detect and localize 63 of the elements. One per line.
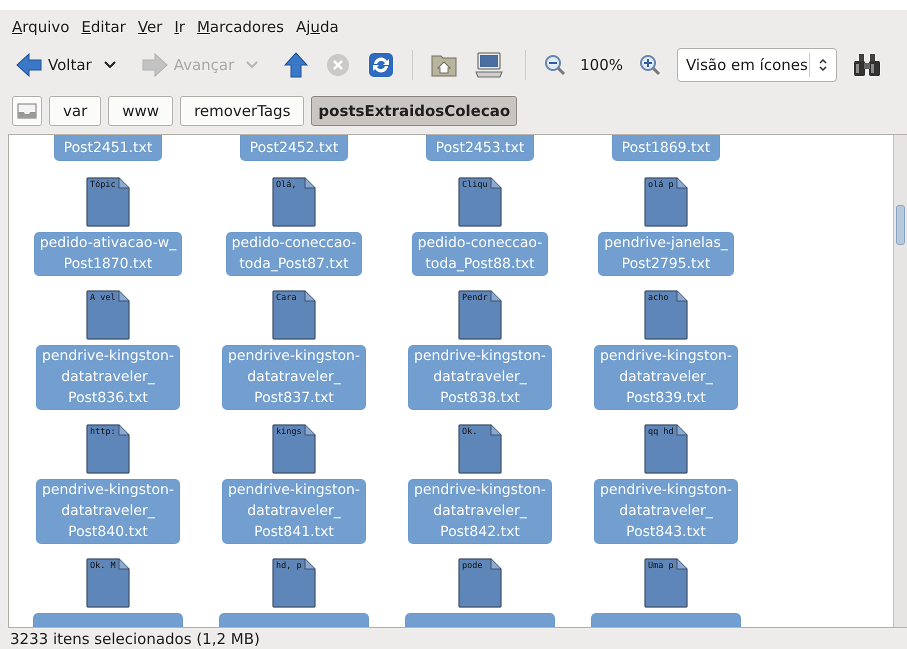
file-name[interactable]: pedido-ativacao-w_ Post1870.txt: [34, 232, 182, 276]
text-file-icon: hd, p: [272, 558, 316, 608]
text-file-icon: acho: [644, 290, 688, 340]
menu-item[interactable]: Arquivo: [8, 18, 74, 36]
left-arrow-icon: [16, 53, 42, 77]
zoom-level: 100%: [579, 55, 624, 76]
file-name[interactable]: Post2453.txt: [426, 135, 534, 161]
computer-icon: [475, 52, 504, 78]
up-arrow-icon: [284, 52, 308, 78]
file-name[interactable]: pendrive-kingston- datatraveler_ Post840.txt: [36, 479, 180, 544]
file-name[interactable]: pendrive-kingston- datatraveler_ Post841.txt: [222, 479, 366, 544]
zoom-in-icon: [639, 54, 661, 76]
text-file-icon: Pendr: [458, 290, 502, 340]
text-file-icon: pode: [458, 558, 502, 608]
path-crumb[interactable]: www: [108, 96, 174, 126]
text-file-icon: qq hd: [644, 424, 688, 474]
text-file-icon: Tópic: [86, 177, 130, 227]
right-arrow-icon: [142, 53, 168, 77]
location-toggle-button[interactable]: [12, 96, 42, 126]
file-name[interactable]: pendrive-kingston- datatraveler_ Post837.txt: [222, 345, 366, 410]
text-entry-icon: [17, 103, 37, 119]
text-file-icon: Uma p: [644, 558, 688, 608]
text-file-icon: Cara: [272, 290, 316, 340]
menu-item[interactable]: Ir: [170, 18, 189, 36]
text-file-icon: Cliqu: [458, 177, 502, 227]
file-name[interactable]: pendrive-janelas_ Post2795.txt: [598, 232, 734, 276]
file-name[interactable]: pedido-coneccao- toda_Post88.txt: [412, 232, 548, 276]
file-name[interactable]: pendrive-kingston- datatraveler_ Post838.txt: [408, 345, 552, 410]
text-file-icon: Olá,: [272, 177, 316, 227]
text-file-icon: kings: [272, 424, 316, 474]
home-folder-icon: [431, 53, 458, 77]
path-crumb[interactable]: removerTags: [180, 96, 304, 126]
file-name[interactable]: pendrive-kingston- datatraveler_ Post842.txt: [408, 479, 552, 544]
path-crumb[interactable]: postsExtraidosColecao: [311, 96, 518, 126]
text-file-icon: olá p: [644, 177, 688, 227]
chevron-down-icon: [246, 61, 258, 69]
menu-item[interactable]: Ajuda: [292, 18, 343, 36]
stop-icon: [326, 53, 350, 77]
file-name[interactable]: pendrive-kingston- datatraveler_ Post836.txt: [36, 345, 180, 410]
scrollbar[interactable]: [893, 135, 907, 627]
view-mode-select[interactable]: Visão em ícones: [677, 48, 837, 82]
path-crumb[interactable]: var: [49, 96, 102, 126]
text-file-icon: http:: [86, 424, 130, 474]
menu-item[interactable]: Editar: [77, 18, 130, 36]
file-name[interactable]: Post1869.txt: [612, 135, 720, 161]
scrollbar-thumb[interactable]: [896, 205, 905, 245]
reload-icon: [368, 52, 394, 78]
chevron-down-icon: [104, 61, 116, 69]
file-name[interactable]: pendrive-kingston- datatraveler_ Post843.txt: [594, 479, 738, 544]
menu-item[interactable]: Ver: [134, 18, 166, 36]
up-down-chevron-icon: [818, 57, 828, 73]
file-name[interactable]: Post2451.txt: [54, 135, 162, 161]
text-file-icon: Ok. M: [86, 558, 130, 608]
binoculars-icon: [852, 53, 881, 77]
text-file-icon: Ok.: [458, 424, 502, 474]
status-text: 3233 itens selecionados (1,2 MB): [9, 628, 261, 649]
menu-item[interactable]: Marcadores: [192, 18, 288, 36]
back-button[interactable]: Voltar: [12, 48, 96, 82]
file-name[interactable]: Post2452.txt: [240, 135, 348, 161]
file-name[interactable]: pedido-coneccao- toda_Post87.txt: [226, 232, 362, 276]
text-file-icon: A vel: [86, 290, 130, 340]
file-name[interactable]: pendrive-kingston- datatraveler_ Post839.txt: [594, 345, 738, 410]
zoom-out-icon: [544, 54, 566, 76]
